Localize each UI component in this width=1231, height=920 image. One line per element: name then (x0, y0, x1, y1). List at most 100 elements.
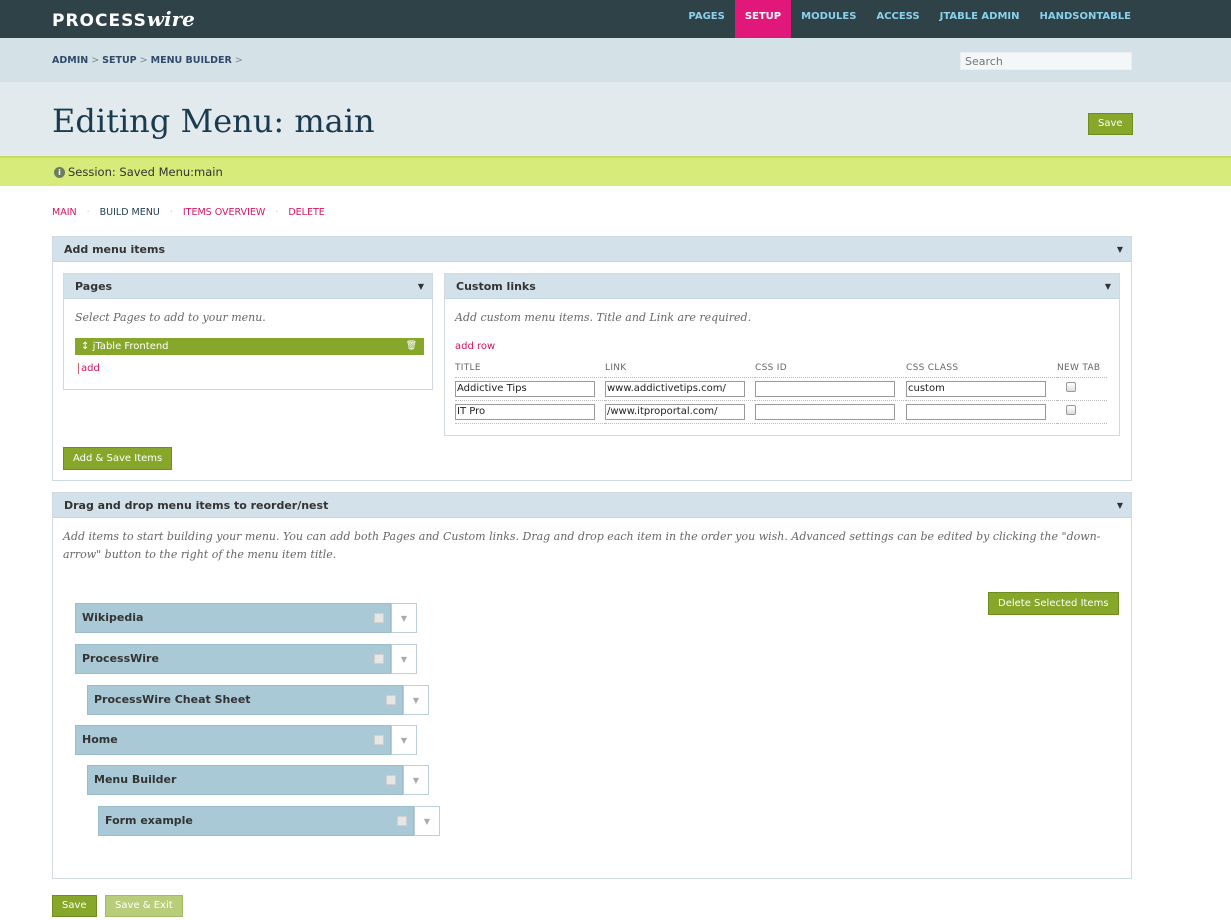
custom-links-help-text: Add custom menu items. Title and Link ar… (455, 311, 752, 324)
css-class-field[interactable] (906, 380, 1046, 397)
column-header-new-tab: NEW TAB (1057, 359, 1107, 378)
title-bar: Editing Menu: main Save (0, 82, 1231, 156)
nav-handsontable[interactable]: HANDSONTABLE (1030, 0, 1141, 38)
save-button[interactable]: Save (1088, 113, 1133, 135)
menu-item-bar[interactable]: Menu Builder (87, 765, 403, 795)
menu-item-label: Wikipedia (82, 611, 144, 624)
collapse-arrow-icon[interactable]: ▼ (1117, 493, 1123, 518)
chevron-down-icon[interactable]: ▼ (391, 725, 417, 755)
panel-title: Drag and drop menu items to reorder/nest (64, 499, 329, 512)
delete-selected-items-button[interactable]: Delete Selected Items (988, 592, 1119, 615)
trash-icon[interactable]: 🗑 (406, 338, 417, 355)
add-row-link[interactable]: add row (455, 341, 495, 352)
panel-title: Custom links (456, 280, 536, 293)
tab-items-overview[interactable]: ITEMS OVERVIEW (183, 207, 265, 218)
title-field[interactable] (455, 380, 595, 397)
link-field[interactable] (605, 380, 745, 397)
main-nav: PAGES SETUP MODULES ACCESS JTABLE ADMIN … (678, 0, 1141, 38)
breadcrumb-admin[interactable]: ADMIN (52, 55, 88, 66)
add-menu-items-header[interactable]: Add menu items ▼ (53, 237, 1131, 262)
menu-item-checkbox[interactable] (386, 775, 396, 785)
selected-page-label: jTable Frontend (92, 341, 169, 352)
drag-drop-header[interactable]: Drag and drop menu items to reorder/nest… (53, 493, 1131, 518)
breadcrumb: ADMIN > SETUP > MENU BUILDER > (52, 55, 246, 66)
save-and-exit-button[interactable]: Save & Exit (105, 895, 183, 917)
css-class-field[interactable] (906, 403, 1046, 420)
chevron-down-icon[interactable]: ▼ (391, 644, 417, 674)
menu-item-bar[interactable]: ProcessWire Cheat Sheet (87, 685, 403, 715)
menu-item-label: Menu Builder (94, 773, 177, 786)
pages-help-text: Select Pages to add to your menu. (75, 311, 266, 324)
custom-links-panel: Custom links ▼ Add custom menu items. Ti… (444, 273, 1120, 436)
tab-main[interactable]: MAIN (52, 207, 77, 218)
table-row (455, 377, 1107, 401)
tab-separator: · (86, 207, 90, 218)
breadcrumb-separator: > (139, 55, 148, 66)
pages-header[interactable]: Pages ▼ (64, 274, 432, 299)
processwire-logo[interactable]: PROCESSwire (52, 7, 195, 31)
new-tab-checkbox[interactable] (1066, 382, 1076, 392)
add-save-items-button[interactable]: Add & Save Items (63, 447, 173, 470)
tab-separator: · (169, 207, 173, 218)
top-navbar: PROCESSwire PAGES SETUP MODULES ACCESS J… (0, 0, 1231, 38)
menu-item-checkbox[interactable] (386, 695, 396, 705)
title-field[interactable] (455, 403, 595, 420)
breadcrumb-bar: ADMIN > SETUP > MENU BUILDER > (0, 38, 1231, 82)
panel-title: Pages (75, 280, 113, 293)
drag-drop-panel: Drag and drop menu items to reorder/nest… (52, 492, 1132, 879)
breadcrumb-separator: > (234, 55, 243, 66)
drag-handle-icon[interactable]: ↕ (81, 341, 89, 352)
collapse-arrow-icon[interactable]: ▼ (1105, 274, 1111, 299)
collapse-arrow-icon[interactable]: ▼ (418, 274, 424, 299)
save-button-bottom[interactable]: Save (52, 895, 97, 917)
nav-setup[interactable]: SETUP (734, 0, 792, 38)
search-input[interactable] (960, 52, 1132, 70)
page-title: Editing Menu: main (52, 102, 375, 140)
css-id-field[interactable] (755, 403, 895, 420)
add-page-link[interactable]: add (78, 363, 100, 374)
chevron-down-icon[interactable]: ▼ (391, 603, 417, 633)
menu-item-checkbox[interactable] (397, 816, 407, 826)
tab-build-menu[interactable]: BUILD MENU (100, 207, 160, 218)
notice-text: Session: Saved Menu:main (68, 165, 223, 179)
chevron-down-icon[interactable]: ▼ (414, 806, 440, 836)
custom-links-table: TITLE LINK CSS ID CSS CLASS NEW TAB (455, 359, 1107, 424)
breadcrumb-separator: > (91, 55, 100, 66)
menu-item-checkbox[interactable] (374, 613, 384, 623)
column-header-css-class: CSS CLASS (906, 359, 1057, 378)
breadcrumb-menu-builder[interactable]: MENU BUILDER (151, 55, 232, 66)
chevron-down-icon[interactable]: ▼ (403, 765, 429, 795)
tab-separator: · (275, 207, 279, 218)
column-header-css-id: CSS ID (755, 359, 906, 378)
panel-title: Add menu items (64, 243, 166, 256)
new-tab-checkbox[interactable] (1066, 405, 1076, 415)
menu-item-bar[interactable]: ProcessWire (75, 644, 391, 674)
pages-panel: Pages ▼ Select Pages to add to your menu… (63, 273, 433, 390)
session-notice: i Session: Saved Menu:main (0, 156, 1231, 186)
nav-jtable-admin[interactable]: JTABLE ADMIN (930, 0, 1030, 38)
menu-item-label: ProcessWire (82, 652, 159, 665)
menu-item-label: Home (82, 733, 118, 746)
menu-item-bar[interactable]: Wikipedia (75, 603, 391, 633)
nav-access[interactable]: ACCESS (866, 0, 929, 38)
chevron-down-icon[interactable]: ▼ (403, 685, 429, 715)
menu-item-checkbox[interactable] (374, 654, 384, 664)
menu-item-bar[interactable]: Form example (98, 806, 414, 836)
breadcrumb-setup[interactable]: SETUP (102, 55, 137, 66)
menu-item-checkbox[interactable] (374, 735, 384, 745)
collapse-arrow-icon[interactable]: ▼ (1117, 237, 1123, 262)
table-row (455, 400, 1107, 424)
nav-pages[interactable]: PAGES (678, 0, 734, 38)
tab-bar: MAIN · BUILD MENU · ITEMS OVERVIEW · DELETE (52, 207, 335, 218)
drag-drop-help-text: Add items to start building your menu. Y… (63, 530, 1101, 561)
css-id-field[interactable] (755, 380, 895, 397)
selected-page-chip[interactable]: ↕ jTable Frontend 🗑 (75, 338, 424, 355)
menu-item-label: ProcessWire Cheat Sheet (94, 693, 251, 706)
custom-links-header[interactable]: Custom links ▼ (445, 274, 1119, 299)
link-field[interactable] (605, 403, 745, 420)
nav-modules[interactable]: MODULES (791, 0, 866, 38)
menu-item-bar[interactable]: Home (75, 725, 391, 755)
column-header-title: TITLE (455, 359, 605, 378)
tab-delete[interactable]: DELETE (288, 207, 324, 218)
info-icon: i (54, 167, 65, 178)
